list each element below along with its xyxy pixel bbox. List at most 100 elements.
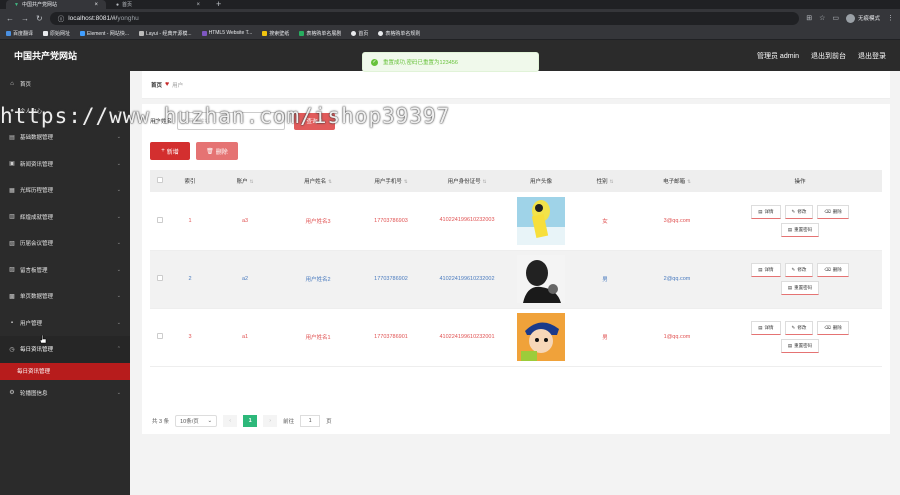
header-phone[interactable]: 用户手机号 ⇅ (356, 170, 426, 192)
trash-icon: 🗑 (206, 148, 214, 155)
bookmark[interactable]: 表格购单名展剧 (299, 30, 341, 37)
sidebar-item-messages[interactable]: ▨ 留言板管理 ⌄ (0, 257, 130, 284)
prev-page-button[interactable]: ‹ (223, 415, 238, 427)
sidebar-item-users[interactable]: ▪ 用户管理 ⌄ (0, 310, 130, 337)
sidebar-item-carousel[interactable]: ⚙ 轮播图信息 ⌄ (0, 380, 130, 407)
detail-button[interactable]: ▤ 详情 (751, 263, 781, 277)
tab-title: 首页 (122, 2, 133, 8)
sort-icon[interactable]: ⇅ (404, 179, 408, 184)
batch-delete-button[interactable]: 🗑 删除 (196, 142, 238, 160)
sidebar-item-basic[interactable]: ▤ 基础数据管理 ⌄ (0, 124, 130, 151)
sidebar-item-history[interactable]: ▦ 光辉历程管理 ⌄ (0, 177, 130, 204)
edit-button[interactable]: ✎ 修改 (784, 204, 814, 219)
header-avatar: 用户头像 (508, 170, 574, 192)
search-input[interactable]: ⌕ 用户姓名 (177, 112, 286, 130)
sort-icon[interactable]: ⇅ (610, 179, 614, 184)
sidebar-item-profile[interactable]: ● 个人中心 ⌄ (0, 98, 130, 125)
row-checkbox[interactable] (157, 333, 163, 339)
translate-icon[interactable]: ⊞ (806, 14, 812, 22)
frontend-link[interactable]: 退出到前台 (811, 51, 846, 61)
goto-input[interactable]: 1 (300, 415, 321, 427)
header-gender[interactable]: 性别 ⇅ (574, 170, 636, 192)
admin-label: 管理员 admin (756, 52, 799, 60)
doc-icon: ▤ (787, 285, 793, 290)
chevron-down-icon: ⌄ (116, 319, 121, 326)
next-page-button[interactable]: › (263, 415, 278, 427)
bookmark[interactable]: 百度翻译 (6, 30, 33, 37)
browser-tab-1[interactable]: ▼ 中国共产党网站 × (6, 0, 106, 9)
reset-password-button[interactable]: ▤ 重置密码 (780, 222, 820, 237)
row-checkbox[interactable] (157, 216, 163, 223)
breadcrumb-home[interactable]: 首页 (151, 81, 162, 89)
header-name[interactable]: 用户姓名 ⇅ (280, 170, 356, 192)
sort-icon[interactable]: ⇅ (328, 179, 332, 184)
reset-password-button[interactable]: ▤ 重置密码 (780, 339, 820, 353)
cell-email: 1@qq.com (636, 308, 718, 367)
select-all-checkbox[interactable] (157, 177, 163, 183)
header-idcard[interactable]: 用户身份证号 ⇅ (426, 170, 508, 192)
profile-button[interactable]: 无痕模式 (845, 13, 880, 23)
sidebar-subitem-daily[interactable]: 每日资讯管理 (0, 362, 130, 380)
cell-idcard: 410224199610232002 (426, 250, 508, 309)
sidebar-item-home[interactable]: ⌂ 首页 (0, 71, 130, 98)
page-number[interactable]: 1 (243, 415, 258, 427)
edit-button[interactable]: ✎ 修改 (784, 263, 814, 277)
new-tab-button[interactable]: + (210, 0, 227, 9)
edit-button[interactable]: ✎ 修改 (784, 321, 814, 335)
cell-index: 1 (170, 192, 210, 251)
header-account[interactable]: 账户 ⇅ (210, 170, 280, 192)
sort-icon[interactable]: ⇅ (687, 179, 691, 184)
header-select[interactable] (150, 170, 170, 192)
bookmark[interactable]: 原始网址 (43, 30, 70, 37)
brand-title: 中国共产党网站 (14, 51, 78, 61)
sidebar-item-meetings[interactable]: ▧ 历届会议管理 ⌄ (0, 230, 130, 257)
close-icon[interactable]: × (196, 2, 200, 8)
sidebar-item-news[interactable]: ▣ 新闻资讯管理 ⌄ (0, 151, 130, 178)
sidebar-item-pages[interactable]: ▩ 单页数据管理 ⌄ (0, 283, 130, 310)
sidebar-item-daily[interactable]: ◷ 每日资讯管理 ⌃ (0, 336, 130, 363)
cell-name: 用户姓名1 (280, 308, 356, 367)
sort-icon[interactable]: ⇅ (483, 179, 487, 184)
chevron-down-icon: ⌄ (116, 293, 121, 300)
chevron-down-icon: ⌄ (116, 187, 121, 194)
plus-icon: + (161, 148, 165, 154)
reset-password-button[interactable]: ▤ 重置密码 (780, 281, 820, 295)
back-icon[interactable]: ← (6, 14, 14, 23)
cell-phone: 17703786902 (356, 250, 426, 309)
bookmark[interactable]: 表格购单名规则 (378, 30, 420, 37)
delete-button[interactable]: ⌫ 删除 (817, 204, 849, 219)
forward-icon[interactable]: → (21, 14, 29, 23)
chevron-down-icon: ⌄ (116, 389, 121, 396)
bookmark[interactable]: 首页 (351, 30, 368, 37)
cell-name: 用户姓名3 (280, 192, 356, 251)
vue-icon: ▼ (14, 1, 19, 8)
cell-ops: ▤ 详情 ✎ 修改 ⌫ 删除 ▤ 重置密码 (718, 250, 882, 309)
star-icon[interactable]: ☆ (819, 14, 825, 22)
row-checkbox[interactable] (157, 275, 163, 281)
reload-icon[interactable]: ↻ (36, 14, 43, 23)
header-email[interactable]: 电子邮箱 ⇅ (636, 170, 718, 192)
address-bar[interactable]: ⓘ localhost:8081/#/yonghu (49, 11, 800, 25)
detail-button[interactable]: ▤ 详情 (751, 321, 781, 335)
bookmark[interactable]: Layui - 经典开源模... (139, 30, 192, 37)
page-icon: ● (116, 1, 120, 8)
extension-icon[interactable]: ▭ (832, 14, 839, 22)
search-label: 用户姓名 (150, 119, 173, 125)
sidebar-item-achievements[interactable]: ▥ 辉煌成就管理 ⌄ (0, 204, 130, 231)
query-button[interactable]: 查询 ⌕ (294, 112, 336, 130)
page-size-select[interactable]: 10条/页 ⌄ (175, 415, 218, 427)
chevron-up-icon: ⌃ (116, 346, 121, 353)
delete-button[interactable]: ⌫ 删除 (817, 263, 849, 277)
browser-tab-2[interactable]: ● 首页 × (108, 0, 208, 9)
logout-link[interactable]: 退出登录 (858, 51, 886, 61)
bookmark[interactable]: 搜索壁纸 (262, 30, 289, 37)
sort-icon[interactable]: ⇅ (250, 179, 254, 184)
url-host: localhost:8081/#/ (68, 14, 118, 22)
bookmark[interactable]: Element - 网站快... (80, 30, 129, 37)
add-button[interactable]: + 新增 (150, 142, 190, 160)
close-icon[interactable]: × (94, 2, 98, 8)
menu-icon[interactable]: ⋮ (887, 14, 894, 22)
delete-button[interactable]: ⌫ 删除 (817, 321, 849, 335)
bookmark[interactable]: HTML5 Website T... (201, 30, 252, 36)
detail-button[interactable]: ▤ 详情 (751, 204, 781, 219)
